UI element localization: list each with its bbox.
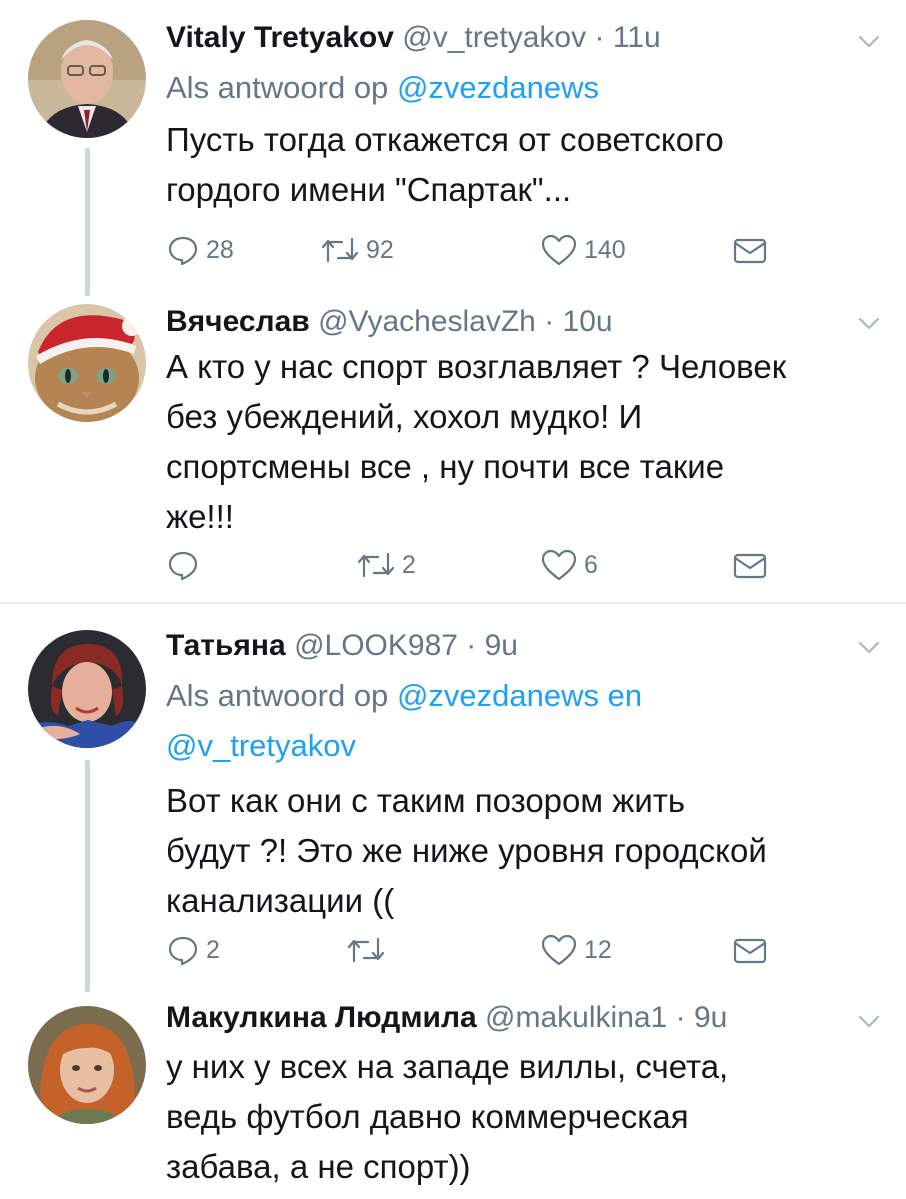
retweet-icon	[357, 552, 395, 578]
replying-prefix: Als antwoord op	[166, 678, 389, 713]
timestamp[interactable]: 10u	[563, 305, 613, 338]
separator-dot: ·	[675, 1001, 686, 1034]
replying-to: Als antwoord op @zvezdanews en @v_tretya…	[166, 671, 642, 771]
tweet-text-line: же!!!	[166, 498, 234, 535]
tweet-text: у них у всех на западе виллы, счета, вед…	[166, 1042, 876, 1192]
tweet-text-line: гордого имени "Спартак"...	[166, 171, 572, 208]
retweet-button[interactable]: 2	[356, 545, 416, 585]
tweet-text-line: без убеждений, хохол мудко! И	[166, 398, 643, 435]
reply-count: 28	[206, 235, 234, 264]
user-handle[interactable]: @makulkina1	[485, 1001, 667, 1034]
reply-button[interactable]: 2	[166, 930, 220, 970]
chevron-down-icon[interactable]	[856, 28, 882, 54]
reply-bubble-icon	[168, 551, 198, 581]
tweet-actions: 2 12	[166, 930, 786, 970]
reply-button[interactable]	[166, 545, 206, 585]
dm-button[interactable]	[732, 930, 774, 970]
reply-button[interactable]: 28	[166, 230, 234, 270]
tweet-header: Татьяна @LOOK987 · 9u	[166, 624, 518, 668]
retweet-icon	[347, 937, 385, 963]
user-handle[interactable]: @LOOK987	[294, 629, 458, 662]
display-name[interactable]: Vitaly Tretyakov	[166, 21, 394, 54]
avatar-tatyana[interactable]	[28, 630, 146, 748]
reply-bubble-icon	[168, 936, 198, 966]
tweet-text: Вот как они с таким позором жить будут ?…	[166, 776, 876, 926]
chevron-down-icon[interactable]	[856, 634, 882, 660]
user-handle[interactable]: @VyacheslavZh	[318, 305, 536, 338]
envelope-icon	[733, 553, 767, 579]
display-name[interactable]: Вячеслав	[166, 305, 310, 338]
like-count: 12	[584, 935, 612, 964]
avatar-makulkina[interactable]	[28, 1006, 146, 1124]
tweet-text-line: забава, а не спорт))	[166, 1148, 471, 1185]
separator-dot: ·	[544, 305, 555, 338]
avatar-vitaly[interactable]	[28, 20, 146, 138]
tweet-4[interactable]: Макулкина Людмила @makulkina1 · 9u у них…	[0, 996, 906, 1199]
mention-link[interactable]: @zvezdanews	[397, 70, 599, 105]
separator-dot: ·	[594, 21, 605, 54]
avatar-vyacheslav[interactable]	[28, 304, 146, 422]
retweet-icon	[321, 237, 359, 263]
tweet-text-line: ведь футбол давно коммерческая	[166, 1098, 689, 1135]
like-button[interactable]: 140	[540, 230, 626, 270]
retweet-count: 2	[402, 550, 416, 579]
timestamp[interactable]: 9u	[485, 629, 518, 662]
tweet-text: Пусть тогда откажется от советского горд…	[166, 115, 876, 215]
mention-link[interactable]: @v_tretyakov	[166, 728, 356, 763]
replying-prefix: Als antwoord op	[166, 70, 389, 105]
envelope-icon	[733, 938, 767, 964]
timestamp[interactable]: 9u	[694, 1001, 727, 1034]
like-count: 6	[584, 550, 598, 579]
tweet-header: Vitaly Tretyakov @v_tretyakov · 11u	[166, 16, 661, 60]
tweet-2[interactable]: Вячеслав @VyacheslavZh · 10u А кто у нас…	[0, 300, 906, 602]
display-name[interactable]: Татьяна	[166, 629, 286, 662]
retweet-button[interactable]: 92	[320, 230, 394, 270]
dm-button[interactable]	[732, 545, 774, 585]
tweet-text-line: канализации ((	[166, 882, 395, 919]
mention-link[interactable]: @zvezdanews	[397, 678, 599, 713]
chevron-down-icon[interactable]	[856, 1008, 882, 1034]
replying-conjunction: en	[607, 678, 643, 713]
tweet-actions: 28 92 140	[166, 230, 786, 270]
timestamp[interactable]: 11u	[613, 21, 661, 54]
display-name[interactable]: Макулкина Людмила	[166, 1001, 477, 1034]
heart-icon	[541, 234, 577, 266]
retweet-count: 92	[366, 235, 394, 264]
reply-count: 2	[206, 935, 220, 964]
heart-icon	[541, 549, 577, 581]
tweet-text-line: Пусть тогда откажется от советского	[166, 121, 724, 158]
like-button[interactable]: 6	[540, 545, 598, 585]
tweet-1[interactable]: Vitaly Tretyakov @v_tretyakov · 11u Als …	[0, 0, 906, 300]
tweet-text-line: будут ?! Это же ниже уровня городской	[166, 832, 767, 869]
tweet-3[interactable]: Татьяна @LOOK987 · 9u Als antwoord op @z…	[0, 604, 906, 994]
replying-to: Als antwoord op @zvezdanews	[166, 63, 599, 113]
chevron-down-icon[interactable]	[856, 310, 882, 336]
tweet-text-line: спортсмены все , ну почти все такие	[166, 448, 725, 485]
tweet-text-line: у них у всех на западе виллы, счета,	[166, 1048, 729, 1085]
tweet-text-line: Вот как они с таким позором жить	[166, 782, 686, 819]
like-button[interactable]: 12	[540, 930, 612, 970]
retweet-button[interactable]	[346, 930, 392, 970]
tweet-text-line: А кто у нас спорт возглавляет ? Человек	[166, 348, 787, 385]
separator-dot: ·	[466, 629, 477, 662]
tweet-header: Макулкина Людмила @makulkina1 · 9u	[166, 996, 727, 1040]
thread-line	[85, 760, 90, 992]
like-count: 140	[584, 235, 626, 264]
user-handle[interactable]: @v_tretyakov	[402, 21, 586, 54]
dm-button[interactable]	[732, 230, 774, 270]
tweet-text: А кто у нас спорт возглавляет ? Человек …	[166, 342, 876, 542]
thread-line	[85, 148, 90, 296]
tweet-header: Вячеслав @VyacheslavZh · 10u	[166, 300, 613, 344]
tweet-actions: 2 6	[166, 545, 786, 585]
envelope-icon	[733, 238, 767, 264]
reply-bubble-icon	[168, 236, 198, 266]
heart-icon	[541, 934, 577, 966]
